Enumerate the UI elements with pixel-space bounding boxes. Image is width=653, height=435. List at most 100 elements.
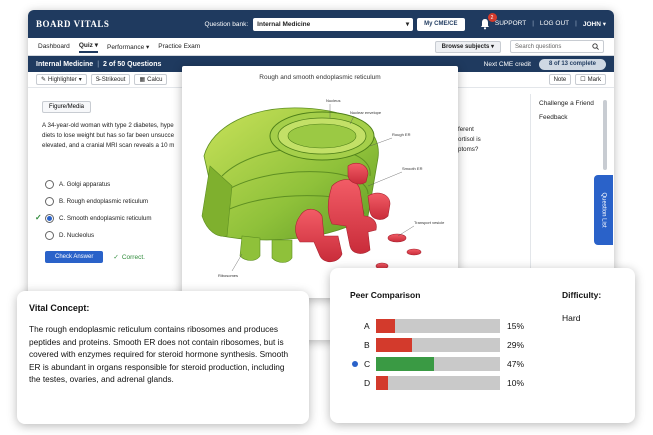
logo[interactable]: BOARD VITALS — [36, 19, 109, 29]
qbank-select[interactable]: Internal Medicine ▾ — [253, 17, 414, 31]
scrollbar[interactable] — [603, 100, 607, 170]
answer-option-b[interactable]: B. Rough endoplasmic reticulum — [45, 193, 152, 210]
stage: BOARD VITALS Question bank: Internal Med… — [0, 0, 653, 435]
calculator-label: Calcu — [147, 76, 163, 83]
figure-media-button[interactable]: Figure/Media — [42, 101, 92, 113]
search-placeholder: Search questions — [515, 43, 562, 50]
header-divider: | — [97, 60, 100, 68]
result-text: Correct. — [121, 253, 145, 261]
user-menu[interactable]: JOHN ▾ — [583, 20, 606, 28]
radio-button[interactable] — [45, 180, 54, 189]
check-icon: ✓ — [113, 254, 119, 261]
question-text-right: ferent ortisol is ptoms? — [458, 125, 481, 155]
nav-bar: Dashboard Quiz ▾ Performance ▾ Practice … — [28, 38, 614, 56]
check-answer-button[interactable]: Check Answer — [45, 251, 104, 263]
user-name: JOHN — [582, 21, 601, 28]
cme-credit-label: Next CME credit — [483, 60, 531, 68]
peer-bar-track — [376, 357, 500, 371]
question-line: ptoms? — [458, 146, 479, 153]
nav-practice-exam[interactable]: Practice Exam — [158, 43, 200, 50]
selected-answer-dot — [352, 361, 358, 367]
vital-concept-title: Vital Concept: — [29, 303, 90, 313]
calculator-icon: ▦ — [139, 77, 146, 83]
figure-label: Rough ER — [392, 132, 411, 137]
radio-button[interactable] — [45, 197, 54, 206]
chevron-down-icon: ▾ — [78, 77, 82, 83]
highlighter-button[interactable]: ✎ Highlighter ▾ — [36, 74, 87, 85]
peer-row-d: D 10% — [350, 375, 530, 391]
link-divider: | — [575, 20, 577, 27]
answer-option-a[interactable]: A. Golgi apparatus — [45, 176, 152, 193]
peer-bar-track — [376, 338, 500, 352]
strikeout-button[interactable]: S̶ Strikeout — [90, 74, 131, 85]
peer-row-percent: 10% — [507, 378, 525, 388]
answer-label: A. Golgi apparatus — [59, 181, 111, 188]
answer-option-c[interactable]: ✓ C. Smooth endoplasmic reticulum — [35, 210, 152, 227]
chevron-down-icon: ▾ — [405, 21, 410, 28]
calculator-button[interactable]: ▦ Calcu — [134, 74, 168, 85]
peer-row-a: A 15% — [350, 318, 530, 334]
figure-overlay: Rough and smooth endoplasmic reticulum N… — [182, 66, 458, 298]
note-button[interactable]: Note — [548, 74, 572, 85]
highlighter-icon: ✎ — [41, 77, 47, 83]
my-cme-button[interactable]: My CME/CE — [417, 17, 465, 31]
browse-subjects-label: Browse subjects — [441, 43, 490, 50]
radio-button-selected[interactable] — [45, 214, 54, 223]
answer-label: B. Rough endoplasmic reticulum — [59, 198, 149, 205]
logout-link[interactable]: LOG OUT — [540, 20, 569, 28]
qbank-value: Internal Medicine — [257, 20, 311, 28]
figure-label: Ribosomes — [218, 273, 238, 278]
correct-check-icon: ✓ — [35, 213, 42, 222]
subject-title: Internal Medicine — [36, 60, 94, 68]
answer-label: D. Nucleolus — [59, 232, 95, 239]
peer-bar-fill — [376, 357, 434, 371]
checkbox-icon: ☐ — [580, 77, 586, 83]
nav-quiz-label: Quiz — [78, 41, 93, 49]
support-link[interactable]: SUPPORT — [495, 20, 526, 28]
answer-list: A. Golgi apparatus B. Rough endoplasmic … — [35, 176, 152, 263]
peer-row-letter: D — [364, 378, 371, 388]
nav-performance[interactable]: Performance ▾ — [107, 43, 149, 51]
peer-bar-fill — [376, 319, 395, 333]
feedback-link[interactable]: Feedback — [539, 114, 607, 121]
nav-dashboard[interactable]: Dashboard — [38, 43, 70, 50]
peer-row-letter: A — [364, 321, 370, 331]
peer-comparison-card: Peer Comparison Difficulty: Hard A 15% B… — [330, 268, 635, 423]
radio-button[interactable] — [45, 231, 54, 240]
peer-bar-track — [376, 376, 500, 390]
question-line: ferent — [458, 126, 474, 133]
figure-label: Transport vesicle — [414, 220, 445, 225]
figure-label: Smooth ER — [402, 166, 423, 171]
top-links: SUPPORT | LOG OUT | JOHN ▾ — [495, 20, 606, 28]
peer-comparison-title: Peer Comparison — [350, 290, 421, 300]
er-illustration: Nucleus Nuclear envelope Rough ER Smooth… — [201, 98, 445, 278]
question-progress: 2 of 50 Questions — [103, 60, 162, 68]
strikeout-label: Strikeout — [101, 76, 126, 83]
notifications-button[interactable]: 2 — [479, 13, 497, 30]
search-input[interactable]: Search questions — [510, 40, 604, 53]
vital-concept-text: The rough endoplasmic reticulum contains… — [29, 324, 289, 384]
question-list-tab[interactable]: Question List — [594, 175, 613, 245]
tool-row-right: Note ☐ Mark — [548, 74, 606, 85]
challenge-friend-link[interactable]: Challenge a Friend — [539, 100, 607, 107]
vital-concept-card: Vital Concept: The rough endoplasmic ret… — [17, 291, 309, 424]
browse-subjects-button[interactable]: Browse subjects ▾ — [434, 40, 501, 53]
nucleus-shape — [269, 111, 375, 161]
top-bar: BOARD VITALS Question bank: Internal Med… — [28, 10, 614, 38]
logo-text: BOARD VITALS — [36, 19, 110, 29]
completion-pill: 8 of 13 complete — [538, 58, 606, 70]
figure-label: Nucleus — [326, 98, 340, 103]
peer-row-b: B 29% — [350, 337, 530, 353]
peer-row-percent: 47% — [507, 359, 525, 369]
nav-performance-label: Performance — [106, 43, 145, 51]
difficulty-value: Hard — [562, 313, 581, 323]
peer-row-letter: B — [364, 340, 370, 350]
mark-button[interactable]: ☐ Mark — [575, 74, 606, 85]
peer-bar-fill — [376, 338, 412, 352]
nav-quiz[interactable]: Quiz ▾ — [78, 41, 98, 53]
search-icon — [592, 43, 599, 50]
link-divider: | — [532, 20, 534, 27]
question-line: ortisol is — [458, 136, 481, 143]
answer-option-d[interactable]: D. Nucleolus — [45, 227, 152, 244]
highlighter-label: Highlighter — [48, 76, 77, 83]
